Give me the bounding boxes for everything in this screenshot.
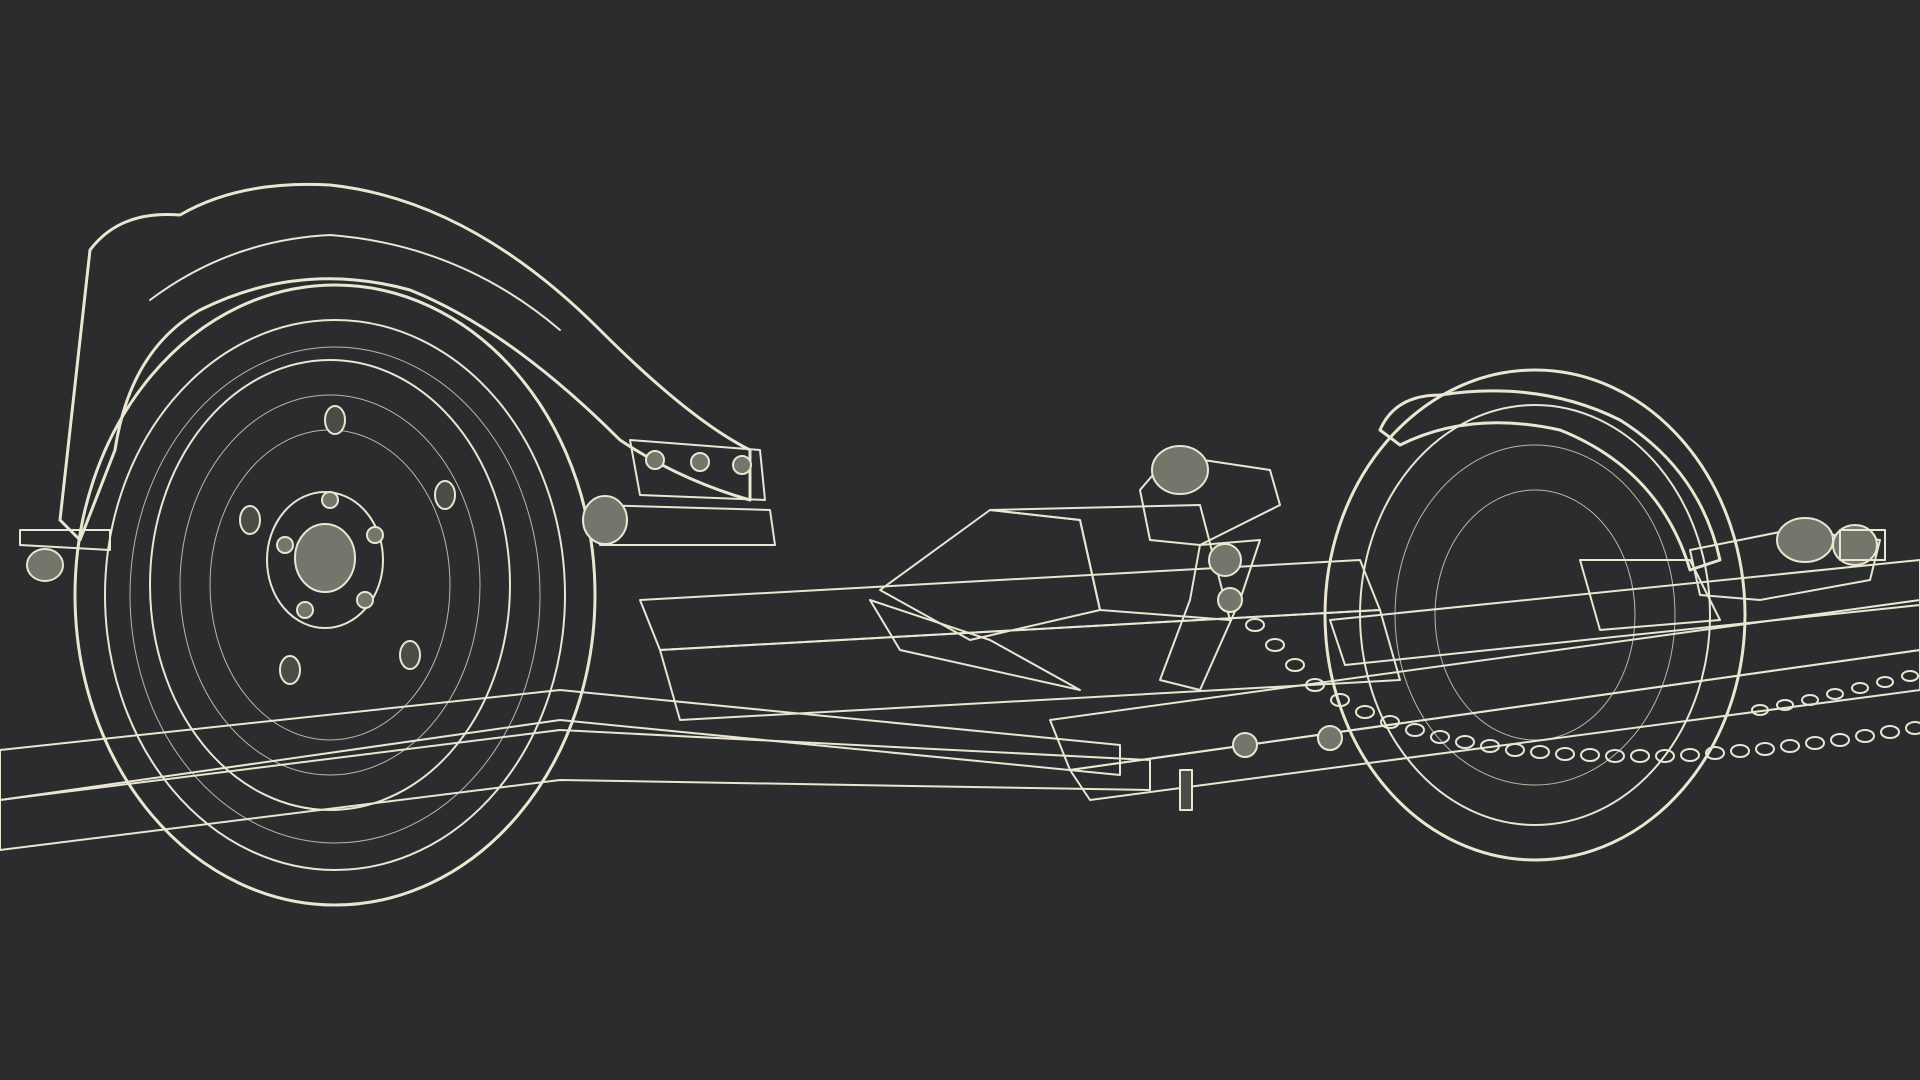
left-fender	[19, 182, 766, 582]
left-wheel	[73, 283, 597, 907]
frame-rails	[0, 559, 1920, 851]
center-bracket	[869, 504, 1231, 691]
left-axle-spindle	[582, 495, 776, 546]
wireframe-render	[0, 182, 1920, 907]
pivot-mount	[1139, 445, 1281, 691]
rail-bolts	[1179, 725, 1343, 811]
